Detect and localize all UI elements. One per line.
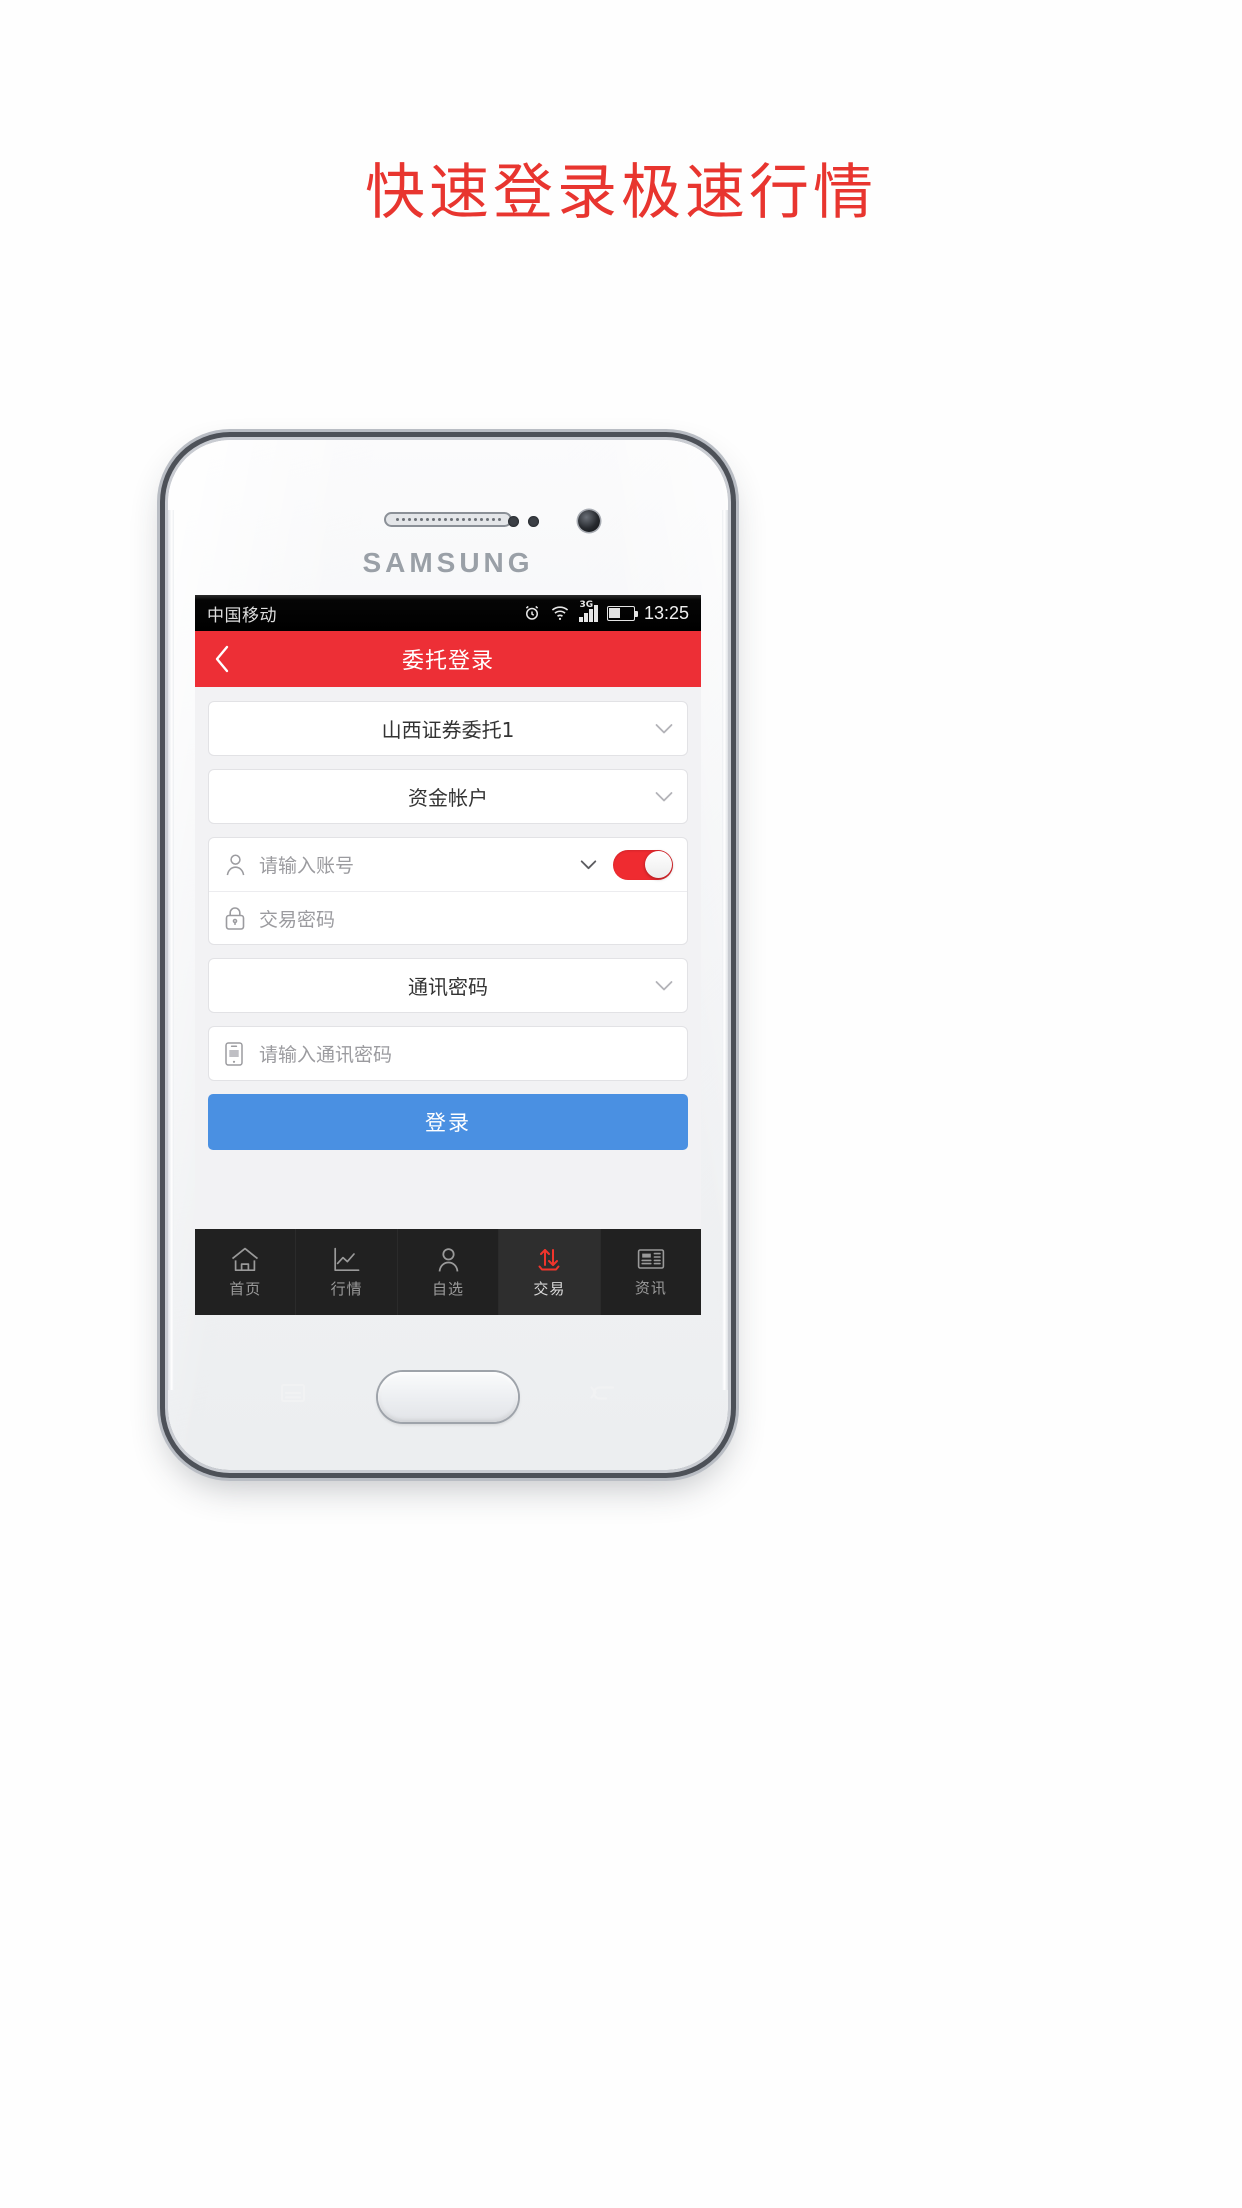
menu-key-icon[interactable]	[280, 1382, 306, 1408]
account-input-placeholder: 请输入账号	[259, 855, 355, 877]
tab-news[interactable]: 资讯	[601, 1229, 701, 1315]
device-right-edge	[722, 510, 728, 1390]
proximity-sensor-icon	[508, 516, 519, 527]
news-icon	[637, 1249, 665, 1269]
toggle-knob	[644, 851, 672, 878]
back-button[interactable]	[195, 631, 249, 687]
account-type-select-card: 资金帐户	[208, 769, 688, 824]
trade-password-placeholder: 交易密码	[259, 908, 336, 931]
page-title: 委托登录	[401, 649, 494, 674]
broker-select-card: 山西证券委托1	[208, 701, 688, 756]
home-key[interactable]	[378, 1372, 518, 1422]
alarm-icon	[526, 605, 539, 620]
account-history-dropdown[interactable]	[580, 859, 597, 870]
wifi-icon	[552, 606, 569, 621]
lock-icon	[223, 905, 259, 931]
app-header: 委托登录	[195, 631, 701, 687]
chevron-down-icon	[655, 976, 673, 995]
tab-home[interactable]: 首页	[195, 1229, 297, 1315]
account-type-select[interactable]: 资金帐户	[209, 770, 687, 823]
comm-password-row[interactable]: 请输入通讯密码	[209, 1027, 687, 1080]
promo-screenshot-page: 快速登录极速行情 SAMSUNG 中国移动 3G 13:25 委托登录 山西证券…	[0, 0, 1242, 2208]
status-bar: 中国移动 3G 13:25	[195, 595, 701, 631]
signal-3g-icon: 3G	[579, 600, 598, 622]
login-form: 山西证券委托1 资金帐户 请输入账号 交易密码 通讯密码 请输入通讯密码 登录	[195, 687, 701, 1285]
status-icons: 3G 13:25	[523, 600, 689, 624]
home-icon	[232, 1247, 259, 1271]
tab-home-label: 首页	[229, 1279, 262, 1298]
samsung-phone-device: SAMSUNG 中国移动 3G 13:25 委托登录 山西证券委托1 资金帐户 …	[168, 440, 728, 1470]
comm-password-select-card: 通讯密码	[208, 958, 688, 1013]
tab-quotes[interactable]: 行情	[296, 1229, 398, 1315]
front-camera-icon	[578, 510, 600, 532]
phone-screen: 中国移动 3G 13:25 委托登录 山西证券委托1 资金帐户 请输入账号 交易…	[195, 595, 701, 1315]
account-input-row[interactable]: 请输入账号	[209, 838, 687, 891]
tab-news-label: 资讯	[634, 1279, 667, 1297]
comm-password-placeholder: 请输入通讯密码	[259, 1044, 393, 1066]
battery-icon	[606, 605, 638, 621]
mobile-device-icon	[223, 1041, 259, 1067]
chevron-down-icon	[580, 859, 597, 869]
samsung-logo: SAMSUNG	[362, 547, 534, 578]
up-down-arrows-icon	[538, 1248, 560, 1270]
tab-quotes-label: 行情	[330, 1279, 363, 1298]
account-type-select-value: 资金帐户	[408, 786, 488, 810]
earpiece-speaker-icon	[384, 512, 512, 527]
trade-password-row[interactable]: 交易密码	[209, 891, 687, 944]
broker-select-value: 山西证券委托1	[381, 718, 515, 742]
broker-select[interactable]: 山西证券委托1	[209, 702, 687, 755]
back-key-icon[interactable]	[590, 1382, 616, 1408]
comm-password-select[interactable]: 通讯密码	[209, 959, 687, 1012]
chevron-down-icon	[655, 719, 673, 738]
tab-trade[interactable]: 交易	[499, 1229, 601, 1315]
credentials-card: 请输入账号 交易密码	[208, 837, 688, 945]
bottom-tab-bar: 首页 行情 自选 交易 资讯	[195, 1229, 701, 1315]
light-sensor-icon	[528, 516, 539, 527]
network-type-label: 3G	[579, 600, 594, 610]
login-button[interactable]: 登录	[208, 1094, 688, 1150]
device-left-edge	[168, 510, 174, 1390]
tab-trade-label: 交易	[533, 1279, 566, 1298]
tab-watchlist-label: 自选	[432, 1279, 465, 1298]
carrier-label: 中国移动	[207, 605, 277, 626]
comm-password-select-value: 通讯密码	[408, 975, 488, 999]
chevron-left-icon	[215, 645, 229, 673]
remember-account-toggle[interactable]	[613, 849, 673, 880]
user-icon	[438, 1247, 458, 1272]
chevron-down-icon	[655, 787, 673, 806]
user-icon	[223, 852, 259, 877]
comm-password-input-card: 请输入通讯密码	[208, 1026, 688, 1081]
tab-watchlist[interactable]: 自选	[398, 1229, 500, 1315]
line-chart-icon	[333, 1247, 360, 1271]
promo-headline: 快速登录极速行情	[365, 158, 877, 228]
clock-label: 13:25	[643, 602, 689, 623]
